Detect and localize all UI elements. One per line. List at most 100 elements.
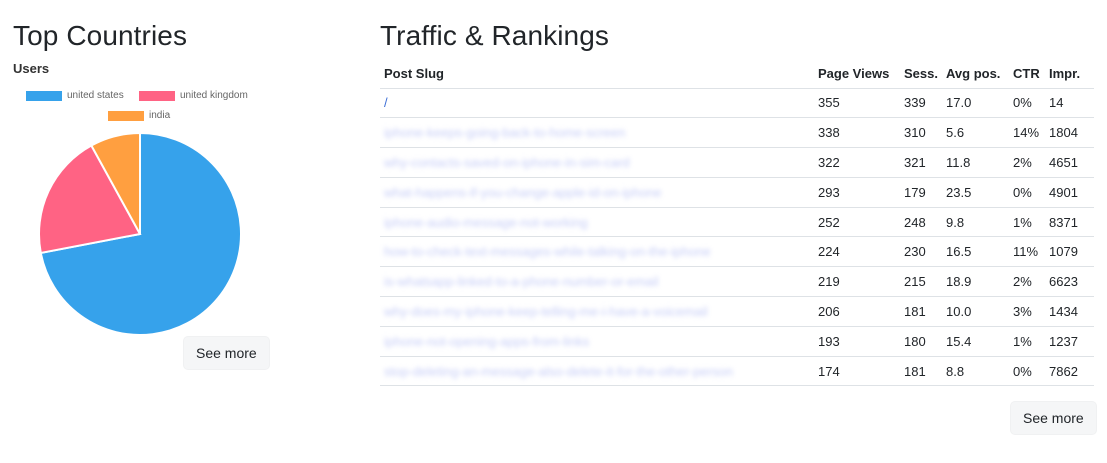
traffic-table: Post Slug Page Views Sess. Avg pos. CTR …	[380, 60, 1094, 387]
impressions-cell: 1804	[1045, 117, 1094, 149]
table-row: stop-deleting-an-message-also-delete-it-…	[380, 356, 1094, 387]
column-header-ctr[interactable]: CTR	[1009, 60, 1045, 89]
chart-title: Users	[13, 61, 50, 76]
impressions-cell: 4651	[1045, 147, 1094, 178]
ctr-cell: 0%	[1009, 177, 1045, 208]
impressions-cell: 7862	[1045, 356, 1094, 387]
impressions-cell: 6623	[1045, 266, 1094, 298]
top-countries-panel: Top Countries Users united states united…	[13, 18, 275, 458]
post-slug-cell: what-happens-if-you-change-apple-id-on-i…	[380, 177, 814, 208]
ctr-cell: 11%	[1009, 236, 1045, 268]
legend-item-united-kingdom[interactable]: united kingdom	[139, 90, 248, 101]
post-slug-cell: why-does-my-iphone-keep-telling-me-i-hav…	[380, 296, 814, 327]
sessions-cell: 215	[900, 266, 942, 298]
top-countries-title: Top Countries	[13, 20, 188, 51]
pie-chart-svg	[38, 131, 242, 336]
post-slug-cell: iphone-keeps-going-back-to-home-screen	[380, 117, 814, 149]
table-row: / 355 339 17.0 0% 14	[380, 88, 1094, 119]
page-views-cell: 338	[814, 117, 900, 149]
table-row: why-contacts-saved-on-iphone-in-sim-card…	[380, 147, 1094, 178]
avg-pos-cell: 5.6	[942, 117, 1009, 149]
ctr-cell: 1%	[1009, 207, 1045, 238]
legend-label-united-kingdom: united kingdom	[180, 90, 248, 101]
sessions-cell: 180	[900, 326, 942, 357]
table-body: /355 339 17.0 0% 14 iphone-keeps-going-back-t…	[380, 88, 1094, 387]
avg-pos-cell: 11.8	[942, 147, 1009, 178]
countries-see-more-button[interactable]: See more	[183, 336, 270, 370]
post-slug-cell: stop-deleting-an-message-also-delete-it-…	[380, 356, 814, 387]
column-header-avg-pos[interactable]: Avg pos.	[942, 60, 1009, 89]
post-slug-link[interactable]: iphone-keeps-going-back-to-home-screen	[384, 125, 625, 140]
post-slug-cell: /	[380, 88, 814, 119]
impressions-cell: 1237	[1045, 326, 1094, 357]
page-views-cell: 219	[814, 266, 900, 298]
ctr-cell: 1%	[1009, 326, 1045, 357]
pie-chart	[37, 131, 243, 337]
legend-swatch-india	[108, 110, 144, 121]
impressions-cell: 14	[1045, 88, 1094, 119]
table-row: how-to-check-text-messages-while-talking…	[380, 236, 1094, 268]
ctr-cell: 0%	[1009, 356, 1045, 387]
post-slug-cell: is-whatsapp-linked-to-a-phone-number-or-…	[380, 266, 814, 298]
post-slug-link[interactable]: why-contacts-saved-on-iphone-in-sim-card	[384, 155, 630, 170]
traffic-title: Traffic & Rankings	[380, 20, 609, 51]
table-row: why-does-my-iphone-keep-telling-me-i-hav…	[380, 296, 1094, 327]
post-slug-cell: why-contacts-saved-on-iphone-in-sim-card	[380, 147, 814, 178]
avg-pos-cell: 17.0	[942, 88, 1009, 119]
post-slug-link[interactable]: iphone-audio-message-not-working	[384, 215, 588, 230]
post-slug-link[interactable]: how-to-check-text-messages-while-talking…	[384, 244, 711, 259]
table-row: iphone-keeps-going-back-to-home-screen 33…	[380, 117, 1094, 149]
column-header-impressions[interactable]: Impr.	[1045, 60, 1094, 89]
avg-pos-cell: 18.9	[942, 266, 1009, 298]
table-row: iphone-not-opening-apps-from-links 193 180…	[380, 326, 1094, 357]
page-views-cell: 174	[814, 356, 900, 387]
sessions-cell: 230	[900, 236, 942, 268]
page-views-cell: 252	[814, 207, 900, 238]
legend-swatch-united-kingdom	[139, 90, 175, 101]
impressions-cell: 1434	[1045, 296, 1094, 327]
post-slug-link[interactable]: iphone-not-opening-apps-from-links	[384, 334, 589, 349]
sessions-cell: 181	[900, 296, 942, 327]
impressions-cell: 1079	[1045, 236, 1094, 268]
sessions-cell: 181	[900, 356, 942, 387]
impressions-cell: 8371	[1045, 207, 1094, 238]
ctr-cell: 2%	[1009, 266, 1045, 298]
avg-pos-cell: 15.4	[942, 326, 1009, 357]
page-views-cell: 206	[814, 296, 900, 327]
ctr-cell: 3%	[1009, 296, 1045, 327]
ctr-cell: 14%	[1009, 117, 1045, 149]
legend-label-india: india	[149, 110, 171, 121]
ctr-cell: 0%	[1009, 88, 1045, 119]
table-row: what-happens-if-you-change-apple-id-on-i…	[380, 177, 1094, 208]
traffic-panel: Traffic & Rankings	[380, 18, 1096, 54]
post-slug-link[interactable]: stop-deleting-an-message-also-delete-it-…	[384, 364, 733, 379]
avg-pos-cell: 10.0	[942, 296, 1009, 327]
sessions-cell: 321	[900, 147, 942, 178]
traffic-see-more-button[interactable]: See more	[1010, 401, 1097, 435]
post-slug-link[interactable]: is-whatsapp-linked-to-a-phone-number-or-…	[384, 274, 659, 289]
legend-item-united-states[interactable]: united states	[26, 90, 124, 101]
post-slug-cell: iphone-not-opening-apps-from-links	[380, 326, 814, 357]
post-slug-cell: how-to-check-text-messages-while-talking…	[380, 236, 814, 268]
table-row: is-whatsapp-linked-to-a-phone-number-or-…	[380, 266, 1094, 298]
page-views-cell: 193	[814, 326, 900, 357]
post-slug-link[interactable]: why-does-my-iphone-keep-telling-me-i-hav…	[384, 304, 708, 319]
column-header-sessions[interactable]: Sess.	[900, 60, 942, 89]
sessions-cell: 179	[900, 177, 942, 208]
page-views-cell: 355	[814, 88, 900, 119]
legend-label-united-states: united states	[67, 90, 124, 101]
page-views-cell: 322	[814, 147, 900, 178]
avg-pos-cell: 9.8	[942, 207, 1009, 238]
post-slug-cell: iphone-audio-message-not-working	[380, 207, 814, 238]
post-slug-link[interactable]: what-happens-if-you-change-apple-id-on-i…	[384, 185, 662, 200]
impressions-cell: 4901	[1045, 177, 1094, 208]
legend-swatch-united-states	[26, 90, 62, 101]
page-views-cell: 224	[814, 236, 900, 268]
sessions-cell: 310	[900, 117, 942, 149]
post-slug-link[interactable]: /	[384, 95, 388, 110]
avg-pos-cell: 23.5	[942, 177, 1009, 208]
avg-pos-cell: 16.5	[942, 236, 1009, 268]
column-header-post-slug[interactable]: Post Slug	[380, 60, 814, 89]
column-header-page-views[interactable]: Page Views	[814, 60, 900, 89]
legend-item-india[interactable]: india	[108, 110, 170, 121]
